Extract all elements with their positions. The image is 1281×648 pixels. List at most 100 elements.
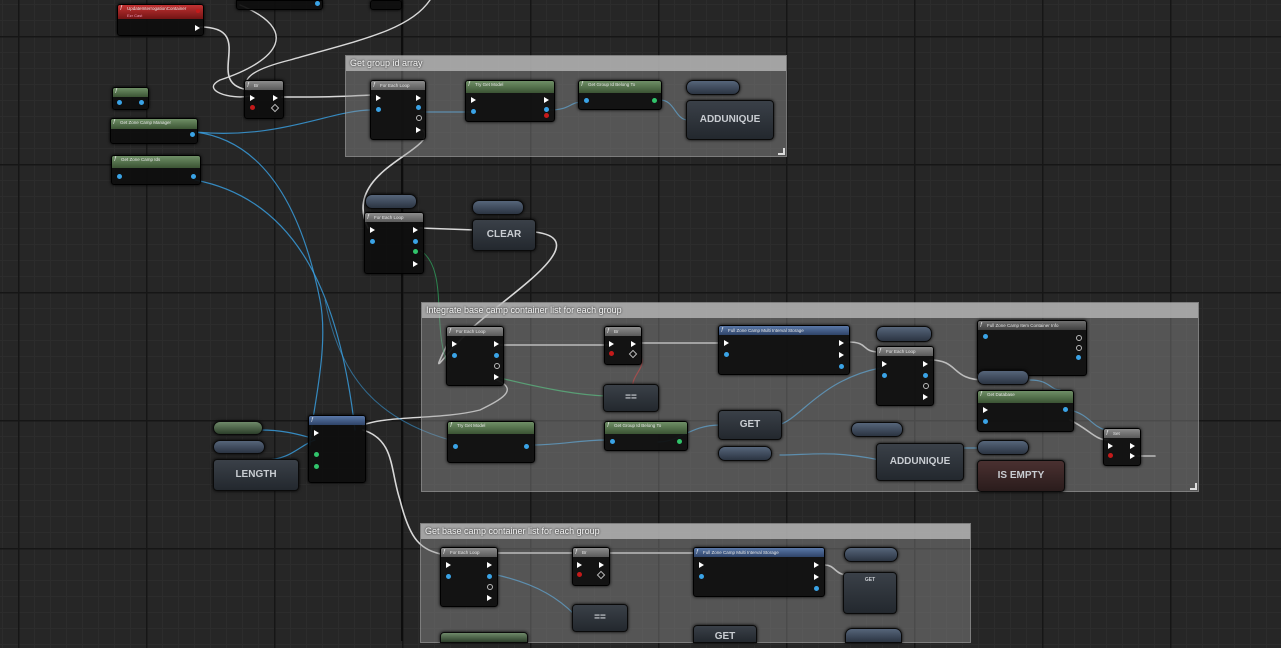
success-pin[interactable]	[544, 113, 549, 118]
exec-in-pin[interactable]	[370, 227, 375, 233]
variable-get-node[interactable]	[977, 370, 1029, 385]
object-in-pin[interactable]	[453, 444, 458, 449]
exec-out-pin[interactable]	[1130, 453, 1135, 459]
exec-in-pin[interactable]	[376, 95, 381, 101]
condition-pin[interactable]	[250, 105, 255, 110]
variable-get-node[interactable]	[365, 194, 417, 209]
full-zone-camp-node[interactable]: Full Zone Camp Multi Interval Storage	[718, 325, 850, 375]
array-index-pin[interactable]	[487, 584, 493, 590]
loop-body-pin[interactable]	[923, 361, 928, 367]
variable-get-node[interactable]	[844, 547, 898, 562]
exec-in-pin[interactable]	[724, 340, 729, 346]
array-element-pin[interactable]	[416, 105, 421, 110]
exec-true-pin[interactable]	[631, 341, 636, 347]
output-pin[interactable]	[1076, 335, 1082, 341]
completed-pin[interactable]	[923, 394, 928, 400]
full-zone-container-info-node[interactable]: Full Zone Camp Item Container Info	[977, 320, 1087, 376]
get-zone-camp-ids-node[interactable]: Get Zone Camp Ids	[111, 155, 201, 185]
array-in-pin[interactable]	[370, 239, 375, 244]
condition-pin[interactable]	[609, 351, 614, 356]
get-zone-camp-manager-node[interactable]: Get Zone Camp Manager	[110, 118, 198, 144]
completed-pin[interactable]	[416, 127, 421, 133]
exec-in-pin[interactable]	[471, 97, 476, 103]
length-node[interactable]: LENGTH	[213, 459, 299, 491]
exec-in-pin[interactable]	[452, 341, 457, 347]
loop-body-pin[interactable]	[416, 95, 421, 101]
output-pin[interactable]	[1076, 345, 1082, 351]
target-pin[interactable]	[584, 98, 589, 103]
for-each-loop-clear-node[interactable]: For Each Loop	[364, 212, 424, 274]
array-index-pin[interactable]	[494, 363, 500, 369]
exec-in-pin[interactable]	[609, 341, 614, 347]
small-green-node[interactable]	[112, 87, 149, 110]
full-zone-camp-node-2[interactable]: Full Zone Camp Multi Interval Storage	[693, 547, 825, 597]
exec-false-pin[interactable]	[596, 570, 606, 580]
exec-in-pin[interactable]	[1108, 443, 1113, 449]
variable-get-node[interactable]	[213, 440, 265, 454]
exec-false-pin[interactable]	[270, 103, 280, 113]
exec-out-pin[interactable]	[1130, 443, 1135, 449]
variable-get-node[interactable]	[876, 326, 932, 342]
addunique-node-2[interactable]: ADDUNIQUE	[876, 443, 964, 481]
exec-out-pin[interactable]	[195, 25, 200, 31]
variable-get-node[interactable]	[718, 446, 772, 461]
exec-in-pin[interactable]	[699, 562, 704, 568]
completed-pin[interactable]	[494, 374, 499, 380]
target-pin[interactable]	[983, 419, 988, 424]
int-in-pin[interactable]	[314, 452, 319, 457]
object-pin[interactable]	[139, 100, 144, 105]
equals-node-2[interactable]: ==	[572, 604, 628, 632]
loop-body-pin[interactable]	[413, 227, 418, 233]
struct-in-pin[interactable]	[983, 334, 988, 339]
exec-out-pin[interactable]	[814, 574, 819, 580]
array-index-pin[interactable]	[416, 115, 422, 121]
array-in-pin[interactable]	[376, 107, 381, 112]
exec-false-pin[interactable]	[628, 349, 638, 359]
group-id-out-pin[interactable]	[652, 98, 657, 103]
update-event-node[interactable]: UpdateInterrogationContainer Ezr Cast	[117, 4, 204, 36]
variable-get-node[interactable]	[851, 422, 903, 437]
get-node-2[interactable]: GET	[693, 625, 757, 643]
object-in-pin[interactable]	[724, 352, 729, 357]
top-node-partial[interactable]	[236, 0, 323, 10]
array-index-pin[interactable]	[413, 249, 418, 254]
bool-in-pin[interactable]	[1108, 453, 1113, 458]
addunique-node[interactable]: ADDUNIQUE	[686, 100, 774, 140]
exec-true-pin[interactable]	[599, 562, 604, 568]
object-out-pin[interactable]	[839, 364, 844, 369]
database-out-pin[interactable]	[1063, 407, 1068, 412]
object-out-pin[interactable]	[190, 132, 195, 137]
group-id-out-pin[interactable]	[677, 439, 682, 444]
object-out-pin[interactable]	[814, 586, 819, 591]
resize-handle[interactable]	[778, 148, 785, 155]
for-each-loop-node-2[interactable]: For Each Loop	[876, 346, 934, 406]
get-node-3[interactable]: GET	[843, 572, 897, 614]
target-pin[interactable]	[610, 439, 615, 444]
variable-get-node[interactable]	[686, 80, 740, 95]
is-empty-node[interactable]: IS EMPTY	[977, 460, 1065, 492]
variable-get-node[interactable]	[472, 200, 524, 215]
loop-body-pin[interactable]	[494, 341, 499, 347]
get-group-id-belong-to-node[interactable]: Get Group Id Belong To	[578, 80, 662, 110]
exec-out-pin[interactable]	[839, 340, 844, 346]
try-get-model-node[interactable]: Try Get Model	[465, 80, 555, 122]
array-in-pin[interactable]	[882, 373, 887, 378]
try-get-model-node-2[interactable]: Try Get Model	[447, 421, 535, 463]
exec-out-pin[interactable]	[814, 562, 819, 568]
exec-in-pin[interactable]	[577, 562, 582, 568]
object-in-pin[interactable]	[699, 574, 704, 579]
pure-node-partial[interactable]	[440, 632, 528, 643]
output-pin[interactable]	[1076, 355, 1081, 360]
for-each-loop-node-3[interactable]: For Each Loop	[440, 547, 498, 607]
exec-in-pin[interactable]	[882, 361, 887, 367]
variable-get-node[interactable]	[213, 421, 263, 435]
array-element-pin[interactable]	[494, 353, 499, 358]
for-each-loop-integrate-node[interactable]: For Each Loop	[446, 326, 504, 386]
object-pin[interactable]	[117, 100, 122, 105]
resize-handle[interactable]	[1190, 483, 1197, 490]
object-pin[interactable]	[315, 1, 320, 6]
condition-pin[interactable]	[577, 572, 582, 577]
clear-node[interactable]: CLEAR	[472, 219, 536, 251]
equals-node[interactable]: ==	[603, 384, 659, 412]
get-group-id-belong-to-node-2[interactable]: Get Group Id Belong To	[604, 421, 688, 451]
